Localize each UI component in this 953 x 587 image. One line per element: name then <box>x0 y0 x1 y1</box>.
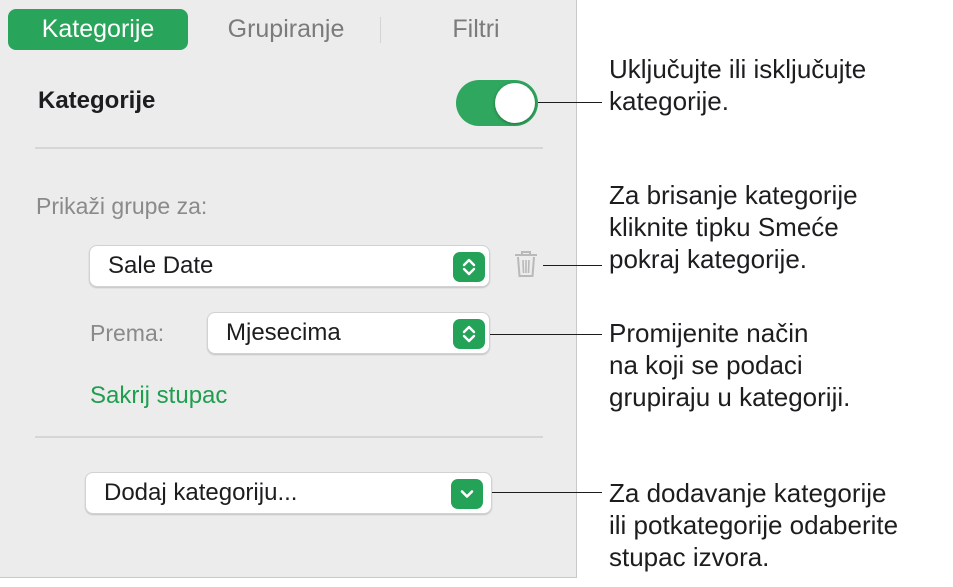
show-groups-label: Prikaži grupe za: <box>36 193 208 219</box>
by-label: Prema: <box>90 320 165 346</box>
tab-filtri[interactable]: Filtri <box>388 9 564 50</box>
toggle-knob <box>495 83 535 123</box>
add-category-label: Dodaj kategoriju... <box>104 479 298 506</box>
up-down-chevron-icon <box>453 319 485 349</box>
callout-grouping: Promijenite način na koji se podaci grup… <box>609 318 851 412</box>
callout-line-grouping <box>490 334 602 335</box>
tab-label: Kategorije <box>41 15 155 43</box>
callout-line-toggle <box>538 102 602 103</box>
tab-separator <box>380 17 381 43</box>
divider <box>35 147 543 149</box>
callout-add: Za dodavanje kategorije ili potkategorij… <box>609 478 899 572</box>
section-title: Kategorije <box>38 87 156 114</box>
group-by-value: Mjesecima <box>226 319 341 346</box>
categories-toggle[interactable] <box>456 80 538 126</box>
trash-icon[interactable] <box>513 249 539 279</box>
tab-grupiranje[interactable]: Grupiranje <box>198 9 374 50</box>
tab-label: Grupiranje <box>227 15 345 43</box>
tab-bar: Kategorije Grupiranje Filtri <box>8 9 570 51</box>
tab-kategorije[interactable]: Kategorije <box>8 9 188 50</box>
callout-delete: Za brisanje kategorije kliknite tipku Sm… <box>609 180 858 274</box>
group-column-popup[interactable]: Sale Date <box>89 245 490 287</box>
callout-toggle: Uključujte ili isključujte kategorije. <box>609 54 867 116</box>
hide-column-link[interactable]: Sakrij stupac <box>90 382 227 410</box>
callout-line-add <box>492 492 602 493</box>
divider <box>35 436 543 438</box>
group-column-value: Sale Date <box>108 252 214 279</box>
tab-label: Filtri <box>452 15 500 43</box>
group-by-popup[interactable]: Mjesecima <box>207 312 490 354</box>
callout-line-delete <box>543 265 602 266</box>
chevron-down-icon <box>451 479 483 509</box>
add-category-popup[interactable]: Dodaj kategoriju... <box>85 472 492 514</box>
up-down-chevron-icon <box>453 252 485 282</box>
sidebar-panel: Kategorije Grupiranje Filtri Kategorije … <box>0 0 577 578</box>
